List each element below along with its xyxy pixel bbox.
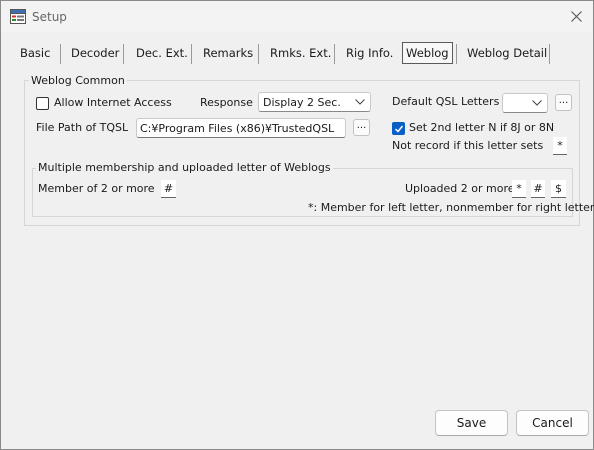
tab-decoder[interactable]: Decoder: [71, 42, 119, 64]
file-path-tqsl-value: C:¥Program Files (x86)¥TrustedQSL: [140, 122, 335, 135]
membership-note: *: Member for left letter, nonmember for…: [308, 201, 594, 214]
window-title: Setup: [32, 10, 67, 24]
setup-window-icon: [10, 9, 26, 24]
close-button[interactable]: [563, 4, 589, 28]
file-path-tqsl-input[interactable]: C:¥Program Files (x86)¥TrustedQSL: [136, 118, 346, 138]
tab-weblog-detail[interactable]: Weblog Detail: [467, 42, 547, 64]
tab-separator: [549, 44, 550, 64]
tab-remarks[interactable]: Remarks: [203, 42, 253, 64]
tab-rig-info[interactable]: Rig Info.: [346, 42, 393, 64]
tab-separator: [334, 44, 335, 64]
uploaded-letter-input-2[interactable]: #: [531, 180, 545, 198]
response-select[interactable]: Display 2 Sec.: [258, 92, 371, 112]
uploaded-letter-input-1[interactable]: *: [512, 180, 526, 198]
tab-dec-ext[interactable]: Dec. Ext.: [136, 42, 188, 64]
tab-separator: [456, 44, 457, 64]
allow-internet-access-checkbox[interactable]: [36, 97, 49, 110]
chevron-down-icon: [355, 99, 365, 105]
set-2nd-letter-checkbox[interactable]: [392, 122, 405, 135]
tab-separator: [191, 44, 192, 64]
not-record-letter-input[interactable]: *: [553, 137, 567, 155]
default-qsl-letters-select[interactable]: [502, 93, 548, 113]
file-path-tqsl-browse-button[interactable]: ...: [353, 119, 370, 136]
save-button[interactable]: Save: [435, 410, 508, 436]
default-qsl-letters-label: Default QSL Letters: [392, 95, 500, 108]
tab-rmks-ext[interactable]: Rmks. Ext.: [270, 42, 331, 64]
not-record-label: Not record if this letter sets: [392, 139, 544, 152]
tab-separator: [258, 44, 259, 64]
tab-weblog[interactable]: Weblog: [402, 42, 453, 64]
file-path-tqsl-label: File Path of TQSL: [36, 121, 129, 134]
tab-basic[interactable]: Basic: [20, 42, 50, 64]
checkmark-icon: [394, 125, 404, 133]
allow-internet-access-label[interactable]: Allow Internet Access: [54, 96, 172, 109]
member-of-2-or-more-label: Member of 2 or more: [38, 182, 155, 195]
uploaded-2-or-more-label: Uploaded 2 or more: [405, 182, 515, 195]
response-label: Response: [200, 96, 253, 109]
multiple-membership-group-title: Multiple membership and uploaded letter …: [36, 161, 333, 174]
uploaded-letter-input-3[interactable]: $: [551, 180, 566, 198]
tab-separator: [60, 44, 61, 64]
tab-separator: [123, 44, 124, 64]
close-icon: [571, 11, 582, 22]
chevron-down-icon: [532, 100, 542, 106]
default-qsl-letters-browse-button[interactable]: ...: [555, 94, 572, 111]
member-of-2-or-more-input[interactable]: #: [161, 180, 176, 198]
weblog-common-group-title: Weblog Common: [29, 74, 127, 87]
cancel-button[interactable]: Cancel: [516, 410, 589, 436]
response-value: Display 2 Sec.: [263, 96, 341, 109]
title-bar[interactable]: Setup: [1, 1, 593, 32]
set-2nd-letter-label[interactable]: Set 2nd letter N if 8J or 8N: [409, 121, 554, 134]
setup-window: Setup Basic Decoder Dec. Ext. Remarks Rm…: [0, 0, 594, 450]
